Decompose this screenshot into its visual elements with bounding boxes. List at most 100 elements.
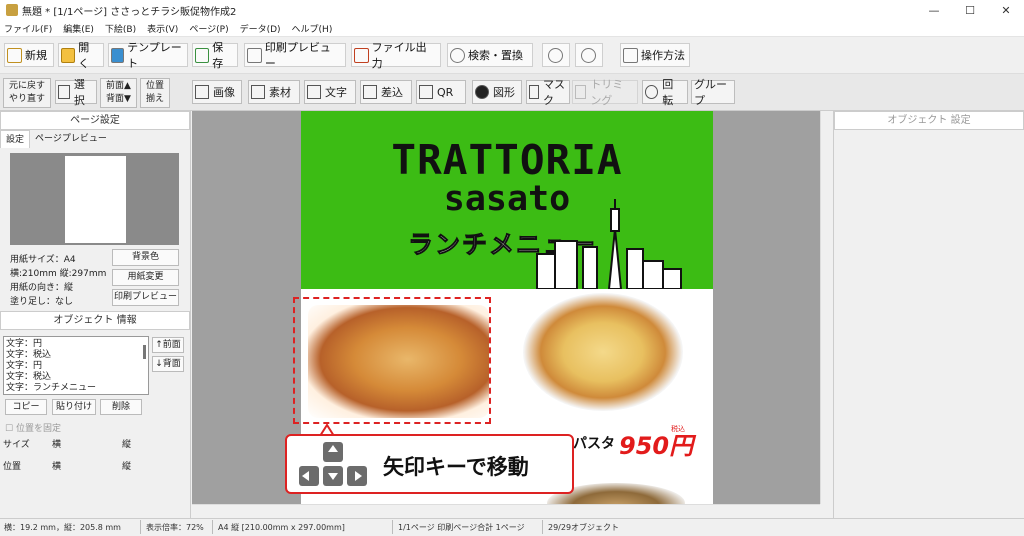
menu-file[interactable]: ファイル(F) (4, 22, 52, 35)
minimize-button[interactable]: — (916, 0, 952, 20)
material-icon (251, 85, 265, 99)
menu-edit[interactable]: 編集(E) (63, 22, 94, 35)
shape-icon (475, 85, 489, 99)
send-back-label[interactable]: 背面▼ (101, 93, 136, 106)
menu-page[interactable]: ページ(P) (189, 22, 228, 35)
status-coords: 横：19.2 mm，縦：205.8 mm (4, 523, 121, 532)
tax-note[interactable]: 税込 (671, 424, 685, 434)
redo-label[interactable]: やり直す (4, 93, 50, 106)
tab-settings[interactable]: 設定 (0, 130, 31, 148)
close-button[interactable]: ✕ (988, 0, 1024, 20)
qr-button[interactable]: QR (416, 80, 466, 104)
horizontal-scrollbar[interactable] (192, 504, 820, 518)
new-file-icon (7, 47, 22, 63)
search-replace-button[interactable]: 検索・置換 (447, 43, 533, 67)
status-objects: 29/29オブジェクト (548, 523, 620, 532)
size-h-label: 縦 (122, 440, 132, 450)
vertical-scrollbar[interactable] (820, 111, 833, 504)
new-button[interactable]: 新規 (4, 43, 54, 67)
list-item[interactable]: 文字：円 (6, 339, 146, 350)
pasta-label[interactable]: パスタ (573, 433, 615, 453)
file-output-button[interactable]: ファイル出力 (351, 41, 441, 70)
image-button[interactable]: 画像 (192, 80, 242, 104)
group-button[interactable]: グループ (691, 78, 735, 107)
paste-button[interactable]: 貼り付け (52, 399, 96, 415)
page-thumbnail (10, 153, 179, 245)
list-item[interactable]: 文字：ランチメニュー (6, 383, 146, 394)
copy-button[interactable]: コピー (5, 399, 47, 415)
material-button[interactable]: 素材 (248, 80, 300, 104)
rotate-icon (645, 85, 659, 99)
open-button[interactable]: 開く (58, 41, 104, 70)
zoom-out-button[interactable] (575, 43, 603, 67)
trim-button[interactable]: トリミング (572, 78, 638, 107)
print-preview-button[interactable]: 印刷プレビュー (244, 41, 346, 70)
zoom-in-icon (547, 47, 563, 63)
printer-icon (247, 47, 262, 63)
merge-icon (363, 85, 377, 99)
object-settings-header: オブジェクト 設定 (834, 111, 1024, 130)
size-label: サイズ (3, 440, 30, 450)
arrow-right-key-icon (347, 466, 367, 486)
position-label: 位置 (3, 462, 22, 472)
pasta-photo[interactable] (523, 293, 683, 411)
mask-icon (529, 85, 539, 99)
layer-order-button[interactable]: 前面▲ 背面▼ (100, 78, 137, 108)
undo-redo-button[interactable]: 元に戻す やり直す (3, 78, 51, 108)
title-bar: 無題 * [1/1ページ] ささっとチラシ販促物作成2 — ☐ ✕ (0, 0, 1024, 20)
background-color-button[interactable]: 背景色 (112, 249, 179, 266)
save-icon (195, 47, 210, 63)
arrow-down-key-icon (323, 466, 343, 486)
selection-outline[interactable] (293, 297, 491, 424)
maximize-button[interactable]: ☐ (952, 0, 988, 20)
lock-position-checkbox[interactable]: ☐ 位置を固定 (5, 421, 61, 434)
menu-help[interactable]: ヘルプ(H) (292, 22, 333, 35)
status-pages: 1/1ページ 印刷ページ合計 1ページ (398, 523, 525, 532)
status-paper: A4 縦 [210.00mm x 297.00mm] (218, 523, 345, 532)
image-icon (195, 85, 209, 99)
template-button[interactable]: テンプレート (108, 41, 188, 70)
folder-icon (61, 47, 76, 63)
menu-data[interactable]: データ(D) (240, 22, 281, 35)
list-item[interactable]: 文字：円 (6, 361, 146, 372)
paper-size-text: 用紙サイズ：A4 (10, 255, 76, 265)
object-list[interactable]: 文字：円 文字：税込 文字：円 文字：税込 文字：ランチメニュー (3, 336, 149, 395)
main-toolbar: 新規 開く テンプレート 保存 印刷プレビュー ファイル出力 検索・置換 操作方… (0, 37, 1024, 74)
list-scrollbar[interactable] (143, 345, 146, 359)
cursor-icon (58, 85, 70, 99)
bleed-text: 塗り足し：なし (10, 297, 74, 307)
menu-view[interactable]: 表示(V) (147, 22, 178, 35)
tab-page-preview[interactable]: ページプレビュー (30, 130, 112, 148)
delete-button[interactable]: 削除 (100, 399, 142, 415)
print-preview-side-button[interactable]: 印刷プレビュー (112, 289, 179, 306)
list-item[interactable]: 文字：税込 (6, 350, 146, 361)
flyer-banner[interactable]: TRATTORIA sasato ランチメニュー (301, 111, 713, 289)
flyer-title[interactable]: TRATTORIA (301, 139, 713, 181)
hand-pointer-icon (623, 47, 638, 63)
back-button[interactable]: ↓背面 (152, 356, 184, 372)
text-icon (307, 85, 321, 99)
front-button[interactable]: ↑前面 (152, 337, 184, 353)
edit-toolbar: 元に戻す やり直す 選択 前面▲ 背面▼ 位置 揃え 画像 素材 文字 差込 QR 図… (0, 74, 1024, 111)
menu-underlay[interactable]: 下絵(B) (105, 22, 136, 35)
mask-button[interactable]: マスク (526, 78, 570, 107)
save-button[interactable]: 保存 (192, 41, 238, 70)
align-button[interactable]: 位置 揃え (140, 78, 170, 108)
qr-icon (419, 85, 433, 99)
shape-button[interactable]: 図形 (472, 80, 522, 104)
undo-label[interactable]: 元に戻す (4, 80, 50, 93)
select-button[interactable]: 選択 (55, 78, 97, 107)
paper-thumbnail (65, 156, 126, 243)
status-zoom: 表示倍率：72% (146, 523, 204, 532)
rotate-button[interactable]: 回転 (642, 78, 688, 107)
city-skyline-illustration[interactable] (523, 199, 683, 289)
how-to-button[interactable]: 操作方法 (620, 43, 690, 67)
list-item[interactable]: 文字：税込 (6, 372, 146, 383)
text-button[interactable]: 文字 (304, 80, 356, 104)
zoom-in-button[interactable] (542, 43, 570, 67)
merge-button[interactable]: 差込 (360, 80, 412, 104)
change-paper-button[interactable]: 用紙変更 (112, 269, 179, 286)
paper-dims-text: 横:210mm 縦:297mm (10, 269, 107, 279)
template-icon (111, 47, 125, 63)
bring-front-label[interactable]: 前面▲ (101, 80, 136, 93)
